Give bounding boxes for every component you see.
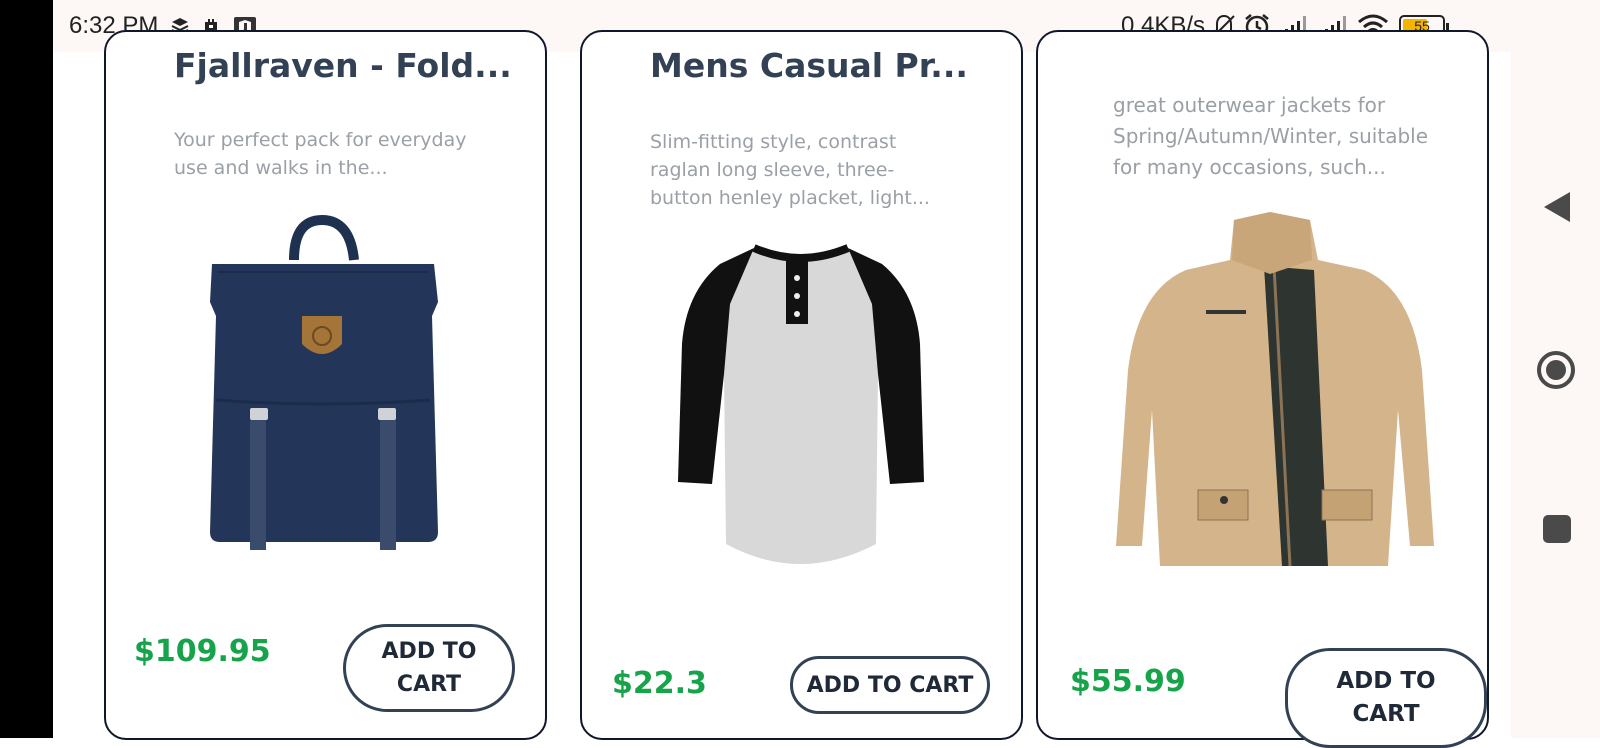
product-price: $109.95	[134, 634, 271, 669]
product-description: Slim-fitting style, contrast raglan long…	[650, 131, 930, 209]
product-image-backpack	[210, 214, 438, 550]
navigation-bar	[1511, 0, 1600, 738]
add-to-cart-button[interactable]: ADD TO CART	[343, 624, 515, 712]
add-to-cart-button[interactable]: ADD TO CART	[1285, 648, 1487, 748]
back-icon[interactable]	[1544, 192, 1570, 222]
add-to-cart-button[interactable]: ADD TO CART	[790, 656, 990, 714]
product-image-shirt	[678, 244, 924, 564]
left-edge	[0, 0, 53, 738]
product-title: Mens Casual Pr...	[650, 46, 968, 85]
product-card[interactable]: Fjallraven - Fold... Your perfect pack f…	[104, 30, 547, 740]
product-price: $55.99	[1070, 664, 1186, 699]
recents-icon[interactable]	[1543, 515, 1571, 543]
product-description: Your perfect pack for everyday use and w…	[174, 129, 467, 179]
product-description: great outerwear jackets for Spring/Autum…	[1113, 93, 1429, 179]
product-title: Fjallraven - Fold...	[174, 46, 512, 85]
product-card[interactable]: Mens Casual Pr... Slim-fitting style, co…	[580, 30, 1023, 740]
home-icon[interactable]	[1536, 350, 1576, 390]
product-price: $22.3	[612, 666, 707, 701]
product-card[interactable]: great outerwear jackets for Spring/Autum…	[1036, 30, 1489, 748]
product-image-jacket	[1116, 212, 1434, 567]
